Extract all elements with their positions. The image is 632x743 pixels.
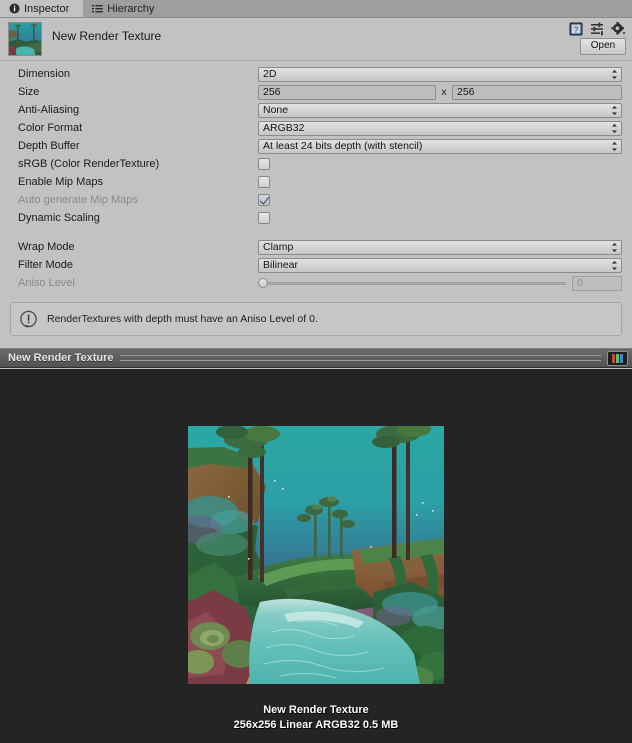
object-header: New Render Texture ? [0, 18, 632, 61]
property-row-size: Size 256 x 256 [10, 83, 622, 101]
preview-caption-name: New Render Texture [0, 703, 632, 718]
info-message-box: RenderTextures with depth must have an A… [10, 302, 622, 336]
aniso-level-value: 0 [572, 276, 622, 291]
info-message-text: RenderTextures with depth must have an A… [47, 313, 318, 325]
info-circle-icon [9, 3, 20, 14]
depth-buffer-value: At least 24 bits depth (with stencil) [263, 140, 422, 152]
preview-caption-details: 256x256 Linear ARGB32 0.5 MB [0, 718, 632, 733]
size-height-input[interactable]: 256 [452, 85, 622, 100]
preview-title: New Render Texture [8, 352, 114, 364]
size-separator: x [436, 86, 452, 98]
dimension-dropdown[interactable]: 2D [258, 67, 622, 82]
chevron-updown-icon [611, 122, 618, 135]
gear-icon[interactable] [611, 22, 626, 36]
filter-mode-dropdown[interactable]: Bilinear [258, 258, 622, 273]
aniso-level-slider [258, 276, 566, 291]
preview-body: New Render Texture 256x256 Linear ARGB32… [0, 369, 632, 743]
render-texture-thumbnail [8, 22, 42, 56]
dimension-label: Dimension [10, 68, 258, 80]
anti-aliasing-value: None [263, 104, 288, 116]
dynamic-scaling-checkbox[interactable] [258, 212, 270, 224]
preview-header-bar: New Render Texture [0, 348, 632, 368]
auto-generate-mip-maps-label: Auto generate Mip Maps [10, 194, 258, 206]
tab-inspector-label: Inspector [24, 3, 69, 15]
chevron-updown-icon [611, 259, 618, 272]
property-row-srgb: sRGB (Color RenderTexture) [10, 155, 622, 173]
preset-icon[interactable] [590, 22, 604, 36]
depth-buffer-dropdown[interactable]: At least 24 bits depth (with stencil) [258, 139, 622, 154]
render-texture-preview-image [188, 426, 444, 684]
hierarchy-list-icon [92, 3, 103, 14]
chevron-updown-icon [611, 68, 618, 81]
property-row-color-format: Color Format ARGB32 [10, 119, 622, 137]
property-row-filter-mode: Filter Mode Bilinear [10, 256, 622, 274]
property-row-wrap-mode: Wrap Mode Clamp [10, 238, 622, 256]
depth-buffer-label: Depth Buffer [10, 140, 258, 152]
svg-text:?: ? [574, 25, 579, 34]
property-row-aniso-level: Aniso Level 0 [10, 274, 622, 292]
property-row-anti-aliasing: Anti-Aliasing None [10, 101, 622, 119]
properties-panel: Dimension 2D Size 256 x 256 Anti-Aliasin… [0, 61, 632, 292]
section-spacer [10, 227, 622, 238]
open-button[interactable]: Open [580, 38, 626, 55]
auto-generate-mip-maps-checkbox [258, 194, 270, 206]
anti-aliasing-dropdown[interactable]: None [258, 103, 622, 118]
dimension-value: 2D [263, 68, 276, 80]
dynamic-scaling-label: Dynamic Scaling [10, 212, 258, 224]
chevron-updown-icon [611, 104, 618, 117]
color-format-label: Color Format [10, 122, 258, 134]
aniso-slider-knob [258, 278, 268, 288]
enable-mip-maps-checkbox[interactable] [258, 176, 270, 188]
chevron-updown-icon [611, 241, 618, 254]
size-width-input[interactable]: 256 [258, 85, 436, 100]
exclamation-circle-icon [19, 310, 38, 329]
aniso-level-label: Aniso Level [10, 277, 258, 289]
property-row-dimension: Dimension 2D [10, 65, 622, 83]
filter-mode-label: Filter Mode [10, 259, 258, 271]
tab-hierarchy[interactable]: Hierarchy [83, 0, 168, 17]
tab-bar-filler [168, 0, 632, 17]
wrap-mode-dropdown[interactable]: Clamp [258, 240, 622, 255]
preview-divider [120, 355, 601, 361]
srgb-checkbox[interactable] [258, 158, 270, 170]
filter-mode-value: Bilinear [263, 259, 298, 271]
editor-tab-bar: Inspector Hierarchy [0, 0, 632, 18]
enable-mip-maps-label: Enable Mip Maps [10, 176, 258, 188]
color-format-value: ARGB32 [263, 122, 304, 134]
tab-hierarchy-label: Hierarchy [107, 3, 154, 15]
color-format-dropdown[interactable]: ARGB32 [258, 121, 622, 136]
header-icon-group: ? [569, 22, 626, 36]
property-row-enable-mip-maps: Enable Mip Maps [10, 173, 622, 191]
property-row-auto-generate-mip-maps: Auto generate Mip Maps [10, 191, 622, 209]
wrap-mode-label: Wrap Mode [10, 241, 258, 253]
size-label: Size [10, 86, 258, 98]
anti-aliasing-label: Anti-Aliasing [10, 104, 258, 116]
preview-caption: New Render Texture 256x256 Linear ARGB32… [0, 703, 632, 733]
chevron-updown-icon [611, 140, 618, 153]
wrap-mode-value: Clamp [263, 241, 293, 253]
srgb-label: sRGB (Color RenderTexture) [10, 158, 258, 170]
property-row-dynamic-scaling: Dynamic Scaling [10, 209, 622, 227]
tab-inspector[interactable]: Inspector [0, 0, 83, 17]
property-row-depth-buffer: Depth Buffer At least 24 bits depth (wit… [10, 137, 622, 155]
page-title: New Render Texture [52, 29, 161, 43]
aniso-slider-track [258, 282, 566, 285]
rgb-channel-icon[interactable] [607, 351, 628, 366]
help-book-icon[interactable]: ? [569, 22, 583, 36]
